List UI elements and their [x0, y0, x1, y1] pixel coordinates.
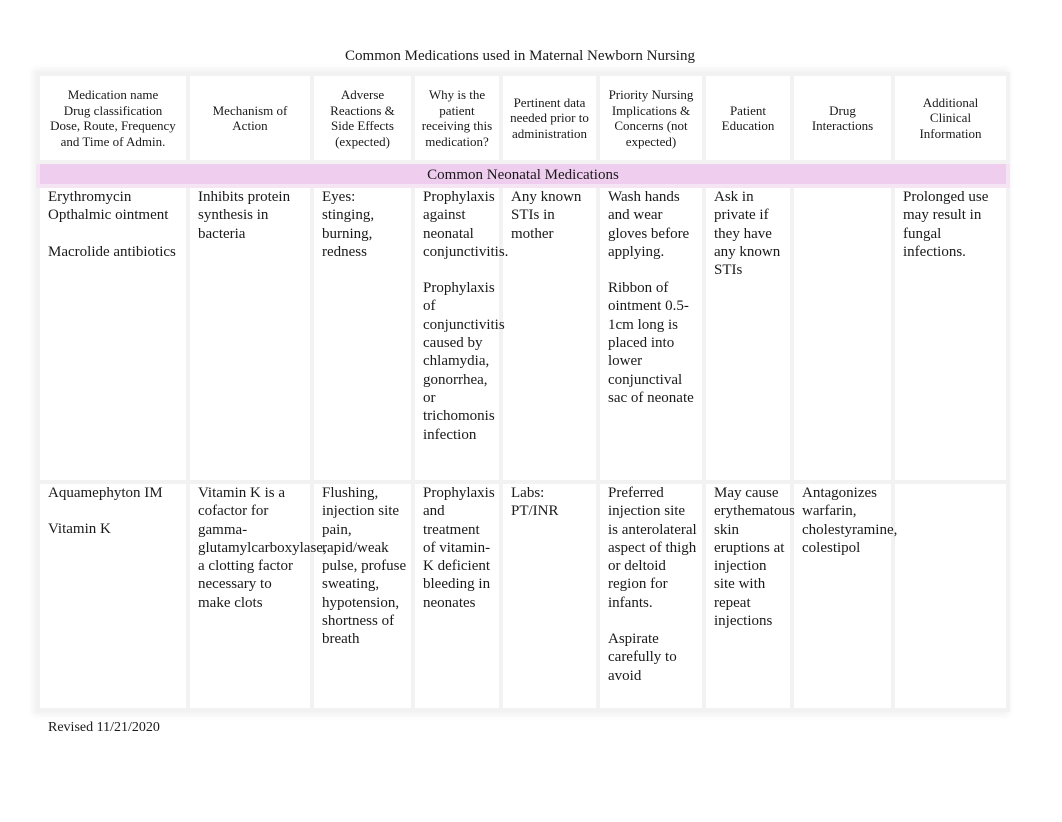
- header-line: Education: [721, 118, 775, 133]
- header-line: Implications &: [611, 102, 691, 118]
- section-row: Common Neonatal Medications: [36, 160, 1010, 188]
- cell-text: Erythromycin Opthalmic ointment: [48, 189, 169, 224]
- column-header-medication: Medication name Drug classification Dose, …: [36, 72, 190, 164]
- cell-text: Wash hands and wear gloves before applyi…: [608, 189, 690, 260]
- cell-additional-info: [891, 480, 1010, 712]
- header-line: Pertinent data: [513, 94, 586, 110]
- cell-text: Inhibits protein synthesis in bacteria: [198, 189, 291, 242]
- cell-text: Prolonged use may result in fungal infec…: [903, 189, 989, 260]
- header-line: (expected): [335, 133, 390, 149]
- cell-adverse-effects: Flushing, injection site pain, rapid/wea…: [310, 480, 415, 712]
- cell-drug-interactions: [790, 184, 895, 484]
- cell-text: Aspirate carefully to avoid: [608, 631, 677, 684]
- header-line: expected): [625, 133, 677, 149]
- header-line: Priority Nursing: [608, 87, 694, 102]
- cell-text: Flushing, injection site pain, rapid/wea…: [322, 485, 407, 648]
- header-line: Patient: [729, 102, 767, 118]
- cell-text: Ask in private if they have any known ST…: [714, 189, 781, 279]
- cell-indication: Prophylaxis and treatment of vitamin-K d…: [411, 480, 503, 712]
- cell-mechanism: Vitamin K is a cofactor for gamma-glutam…: [186, 480, 327, 712]
- cell-text: Antagonizes warfarin, cholestyramine, co…: [802, 485, 898, 556]
- column-header-nursing-implications: Priority Nursing Implications & Concerns (…: [596, 72, 706, 164]
- section-label-neonatal: Common Neonatal Medications: [36, 160, 1010, 188]
- revision-date: Revised 11/21/2020: [48, 720, 160, 735]
- header-line: Why is the: [428, 87, 486, 102]
- header-line: Adverse: [340, 87, 385, 102]
- header-line: Mechanism of: [212, 102, 288, 118]
- cell-text: Vitamin K: [48, 521, 111, 538]
- column-header-drug-interactions: Drug Interactions: [790, 72, 895, 164]
- header-line: Concerns (not: [614, 118, 688, 133]
- table-row: Aquamephyton IM Vitamin K Vitamin K is a c…: [36, 480, 1010, 712]
- column-header-pertinent-data: Pertinent data needed prior to administrat…: [499, 72, 600, 164]
- header-line: needed prior to: [510, 110, 589, 126]
- header-line: patient: [439, 102, 475, 118]
- header-line: receiving this: [421, 118, 493, 133]
- cell-indication: Prophylaxis against neonatal conjunctivi…: [411, 184, 509, 484]
- header-line: Information: [919, 125, 982, 141]
- header-line: Reactions &: [330, 102, 395, 118]
- header-line: Side Effects: [331, 118, 394, 133]
- cell-text: Preferred injection site is anterolatera…: [608, 485, 697, 611]
- cell-drug-interactions: Antagonizes warfarin, cholestyramine, co…: [790, 480, 898, 712]
- medication-table: Medication name Drug classification Dose, …: [36, 72, 1010, 712]
- header-line: Medication name: [67, 87, 159, 102]
- document-title: Common Medications used in Maternal Newb…: [345, 48, 695, 64]
- medication-table-container: Medication name Drug classification Dose, …: [36, 72, 1010, 712]
- cell-medication: Aquamephyton IM Vitamin K: [36, 480, 190, 712]
- column-header-patient-education: Patient Education: [702, 72, 794, 164]
- header-line: and Time of Admin.: [60, 133, 166, 149]
- header-line: Clinical: [929, 110, 972, 126]
- cell-text: Vitamin K is a cofactor for gamma-glutam…: [198, 485, 327, 611]
- header-line: Dose, Route, Frequency: [50, 118, 176, 133]
- cell-patient-education: Ask in private if they have any known ST…: [702, 184, 794, 484]
- cell-additional-info: Prolonged use may result in fungal infec…: [891, 184, 1010, 484]
- header-line: medication?: [425, 133, 489, 149]
- cell-text: May cause erythematous skin eruptions at…: [714, 485, 795, 630]
- column-header-additional-info: Additional Clinical Information: [891, 72, 1010, 164]
- cell-nursing-implications: Wash hands and wear gloves before applyi…: [596, 184, 706, 484]
- cell-mechanism: Inhibits protein synthesis in bacteria: [186, 184, 314, 484]
- cell-text: Prophylaxis and treatment of vitamin-K d…: [423, 485, 495, 611]
- cell-text: Ribbon of ointment 0.5-1cm long is place…: [608, 280, 694, 406]
- column-header-adverse-effects: Adverse Reactions & Side Effects (expected): [310, 72, 415, 164]
- cell-text: Any known STIs in mother: [511, 189, 582, 242]
- cell-text: Eyes: stinging, burning, redness: [322, 189, 375, 260]
- column-header-indication: Why is the patient receiving this medicatio…: [411, 72, 503, 164]
- cell-text: Labs: PT/INR: [511, 485, 559, 520]
- cell-text: Macrolide antibiotics: [48, 243, 176, 260]
- cell-pertinent-data: Any known STIs in mother: [499, 184, 600, 484]
- header-line: Action: [232, 118, 268, 133]
- cell-medication: Erythromycin Opthalmic ointment Macrolide…: [36, 184, 190, 484]
- cell-text: Prophylaxis of conjunctivitis caused by …: [423, 280, 505, 443]
- cell-text: Aquamephyton IM: [48, 485, 163, 501]
- header-line: Drug classification: [63, 102, 163, 118]
- cell-patient-education: May cause erythematous skin eruptions at…: [702, 480, 795, 712]
- cell-text: Prophylaxis against neonatal conjunctivi…: [423, 189, 509, 260]
- cell-adverse-effects: Eyes: stinging, burning, redness: [310, 184, 415, 484]
- header-row: Medication name Drug classification Dose, …: [36, 72, 1010, 164]
- header-line: administration: [511, 125, 588, 141]
- cell-nursing-implications: Preferred injection site is anterolatera…: [596, 480, 706, 712]
- table-row: Erythromycin Opthalmic ointment Macrolide…: [36, 184, 1010, 484]
- header-line: Additional: [922, 94, 979, 110]
- header-line: Interactions: [811, 118, 874, 133]
- cell-pertinent-data: Labs: PT/INR: [499, 480, 600, 712]
- column-header-mechanism: Mechanism of Action: [186, 72, 314, 164]
- header-line: Drug: [829, 102, 856, 118]
